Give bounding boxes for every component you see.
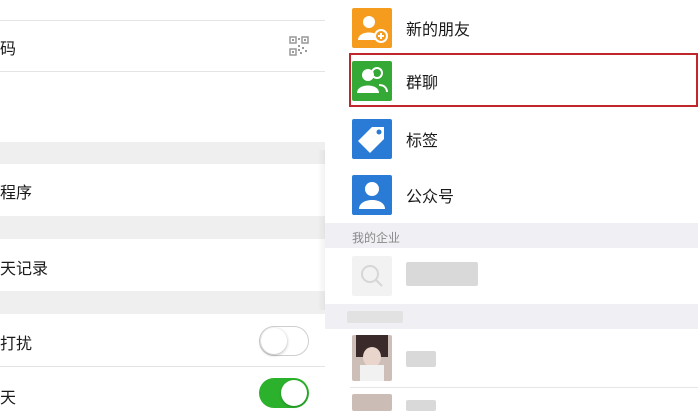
blurred-name xyxy=(406,351,436,367)
avatar xyxy=(352,394,392,411)
blurred-name xyxy=(406,262,478,286)
tags-item[interactable]: 标签 xyxy=(325,111,698,167)
contact-item[interactable] xyxy=(325,331,698,387)
do-not-disturb-row: 打扰 xyxy=(0,314,325,366)
official-accounts-item[interactable]: 公众号 xyxy=(325,167,698,223)
contact-item[interactable] xyxy=(325,390,698,411)
section-title: 我的企业 xyxy=(352,231,401,245)
tag-icon xyxy=(352,119,392,159)
chat-history-row[interactable]: 天记录 xyxy=(0,239,325,291)
blurred-section-title xyxy=(347,311,403,323)
official-accounts-label: 公众号 xyxy=(406,187,455,206)
do-not-disturb-label: 打扰 xyxy=(0,334,33,353)
qr-code-icon xyxy=(289,36,309,56)
qr-code-row[interactable]: 码 xyxy=(0,21,325,71)
section-header-enterprise: 我的企业 xyxy=(325,223,698,248)
settings-row-top xyxy=(0,0,325,20)
new-friends-item[interactable]: 新的朋友 xyxy=(325,0,698,56)
person-add-icon xyxy=(352,8,392,48)
chat-settings-panel: 码 程序 天记录 打扰 天 xyxy=(0,0,325,411)
pin-chat-row: 天 xyxy=(0,367,325,411)
toggle-knob xyxy=(281,380,307,406)
section-header-blurred xyxy=(325,304,698,329)
divider xyxy=(350,387,698,388)
settings-row-blank xyxy=(0,72,325,142)
mini-program-label: 程序 xyxy=(0,183,33,202)
mini-program-row[interactable]: 程序 xyxy=(0,164,325,364)
blurred-name xyxy=(406,400,436,411)
highlight-box xyxy=(349,53,698,107)
qr-code-label: 码 xyxy=(0,39,17,58)
avatar xyxy=(352,335,392,381)
pin-chat-toggle[interactable] xyxy=(259,378,309,408)
search-icon xyxy=(352,256,392,296)
new-friends-label: 新的朋友 xyxy=(406,20,471,39)
tags-label: 标签 xyxy=(406,131,439,150)
person-icon xyxy=(352,175,392,215)
chat-history-label: 天记录 xyxy=(0,259,49,278)
enterprise-item[interactable] xyxy=(325,248,698,304)
toggle-knob xyxy=(261,328,287,354)
pin-chat-label: 天 xyxy=(0,388,17,407)
do-not-disturb-toggle[interactable] xyxy=(259,326,309,356)
